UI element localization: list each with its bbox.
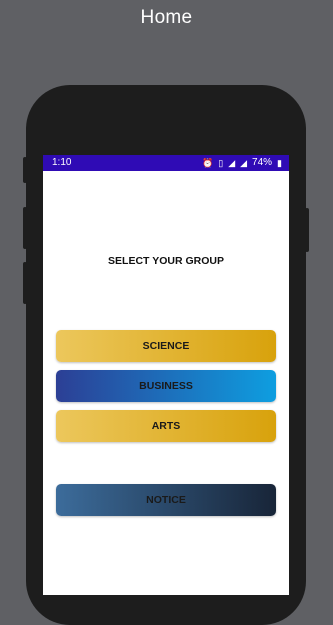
battery-icon: ▮ [277,157,282,168]
science-button-label: SCIENCE [142,340,190,352]
signal-icon: ◢ [240,157,248,168]
business-button-label: BUSINESS [139,380,193,392]
page-heading: SELECT YOUR GROUP [108,255,224,267]
app-screen: 1:10 ⏰ ▯ ◢ ◢ 74% ▮ SELECT YOUR GROUP SCI… [43,155,289,595]
vibrate-icon: ▯ [218,157,224,168]
side-button-left-2 [23,207,27,249]
status-bar: 1:10 ⏰ ▯ ◢ ◢ 74% ▮ [43,155,289,171]
alarm-icon: ⏰ [202,157,214,168]
arts-button-label: ARTS [151,420,181,432]
battery-label: 74% [252,157,273,168]
business-button[interactable]: BUSINESS [56,370,276,402]
side-button-right [305,208,309,252]
status-time: 1:10 [52,157,72,168]
arts-button[interactable]: ARTS [56,410,276,442]
side-button-left-3 [23,262,27,304]
frame-title: Home [140,7,193,28]
status-icons: ⏰ ▯ ◢ ◢ 74% ▮ [202,157,282,168]
side-button-left-1 [23,157,27,183]
notice-button-label: NOTICE [146,494,186,506]
science-button[interactable]: SCIENCE [56,330,276,362]
signal-icon: ◢ [228,157,236,168]
notice-button[interactable]: NOTICE [56,484,276,516]
